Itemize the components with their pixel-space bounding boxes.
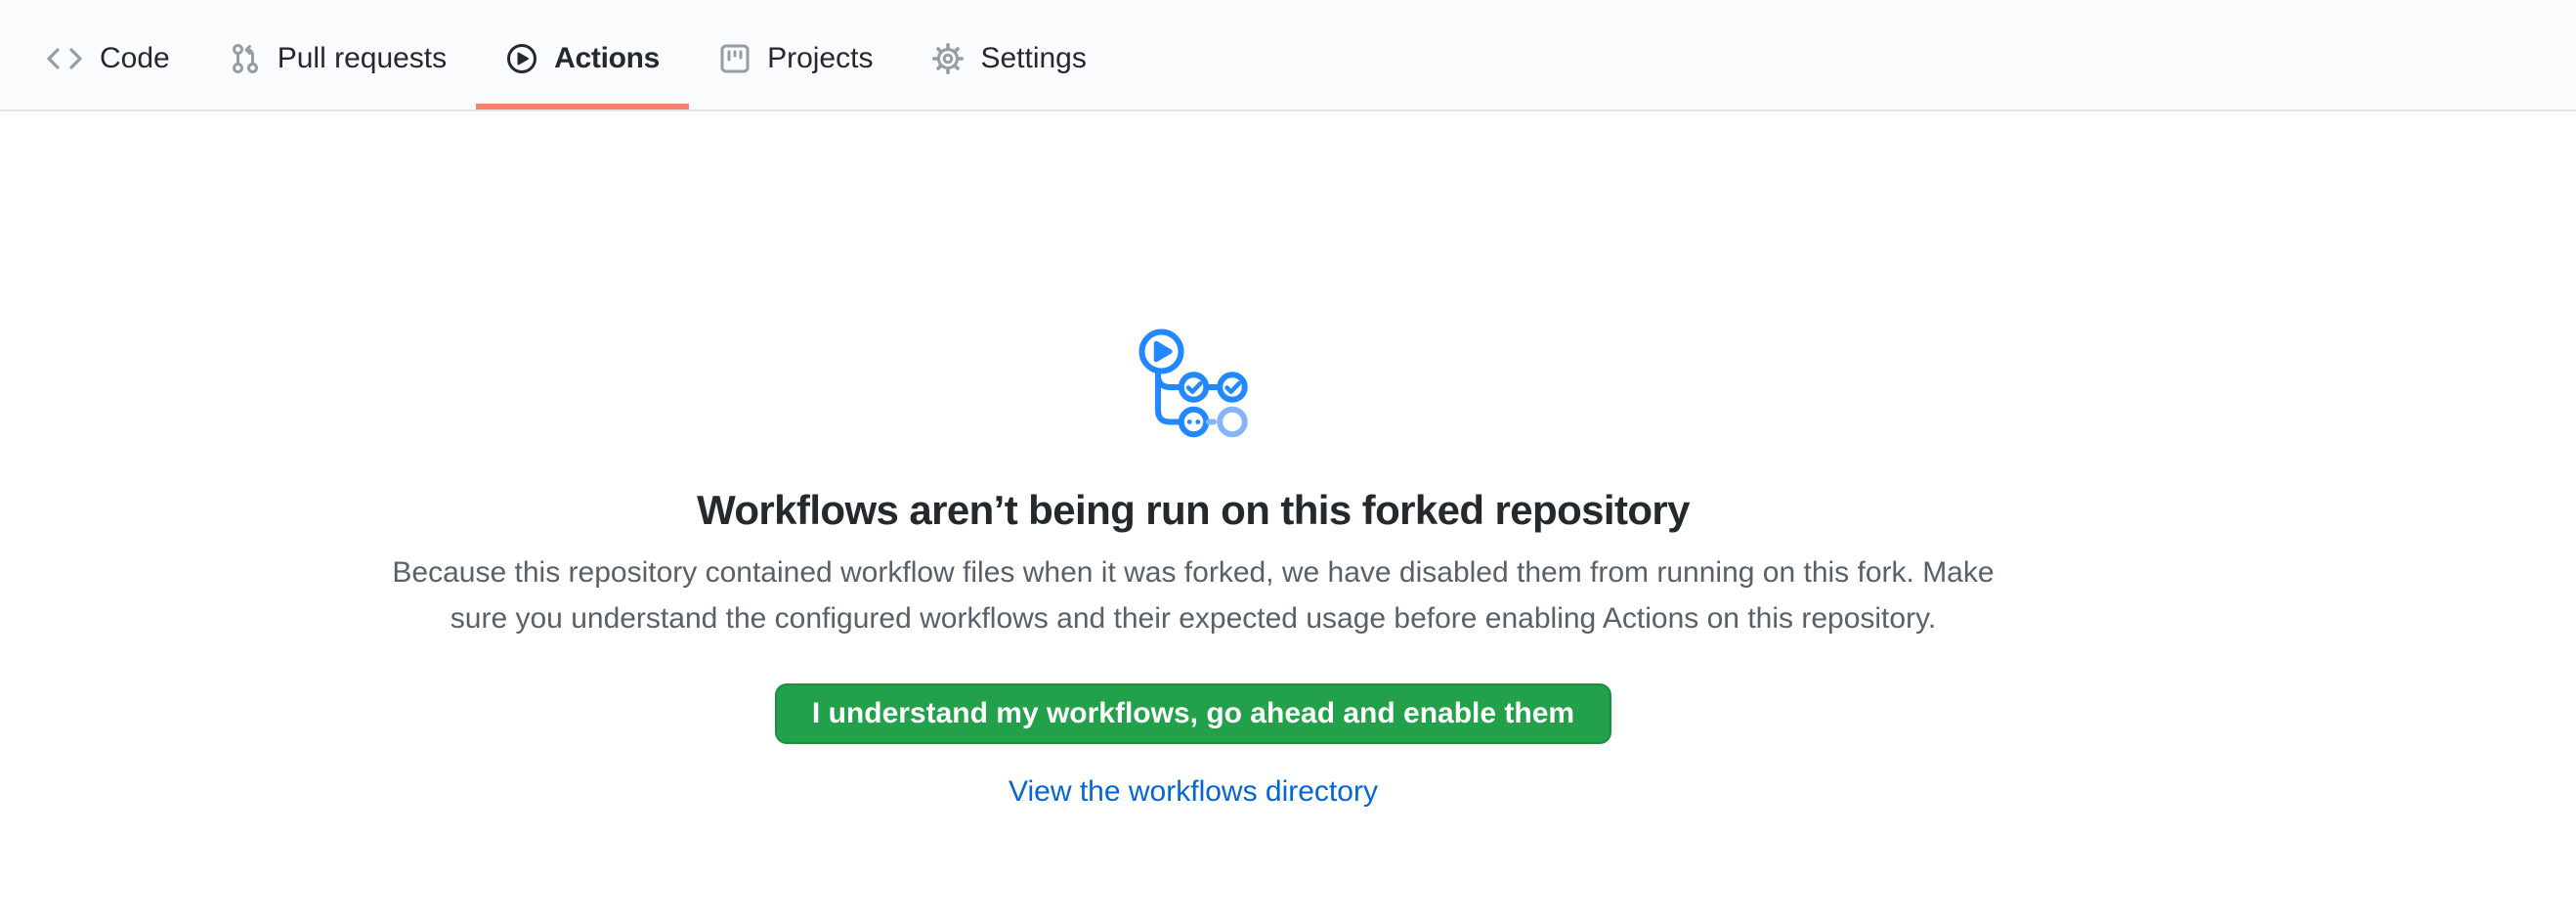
git-pull-request-icon	[229, 42, 262, 75]
enable-workflows-button[interactable]: I understand my workflows, go ahead and …	[775, 683, 1611, 744]
play-circle-icon	[505, 42, 538, 75]
page-title: Workflows aren’t being run on this forke…	[0, 486, 2386, 535]
tab-label: Pull requests	[278, 44, 447, 73]
code-icon	[45, 43, 84, 74]
tab-label: Actions	[554, 44, 660, 73]
tab-pull-requests[interactable]: Pull requests	[199, 0, 476, 110]
view-workflows-directory-link[interactable]: View the workflows directory	[1009, 775, 1378, 808]
blankslate-description: Because this repository contained workfl…	[392, 549, 1995, 641]
project-board-icon	[718, 42, 751, 75]
repo-nav: Code Pull requests Actions	[0, 0, 2576, 111]
gear-icon	[931, 42, 965, 75]
tab-label: Code	[100, 44, 170, 73]
workflow-graph-icon	[0, 111, 2386, 443]
tab-settings[interactable]: Settings	[902, 0, 1115, 110]
tab-label: Settings	[980, 44, 1086, 73]
actions-blankslate: Workflows aren’t being run on this forke…	[0, 111, 2386, 809]
tab-label: Projects	[767, 44, 873, 73]
tab-code[interactable]: Code	[16, 0, 199, 110]
link-row: View the workflows directory	[0, 775, 2386, 809]
tab-projects[interactable]: Projects	[689, 0, 902, 110]
tab-actions[interactable]: Actions	[476, 0, 689, 110]
